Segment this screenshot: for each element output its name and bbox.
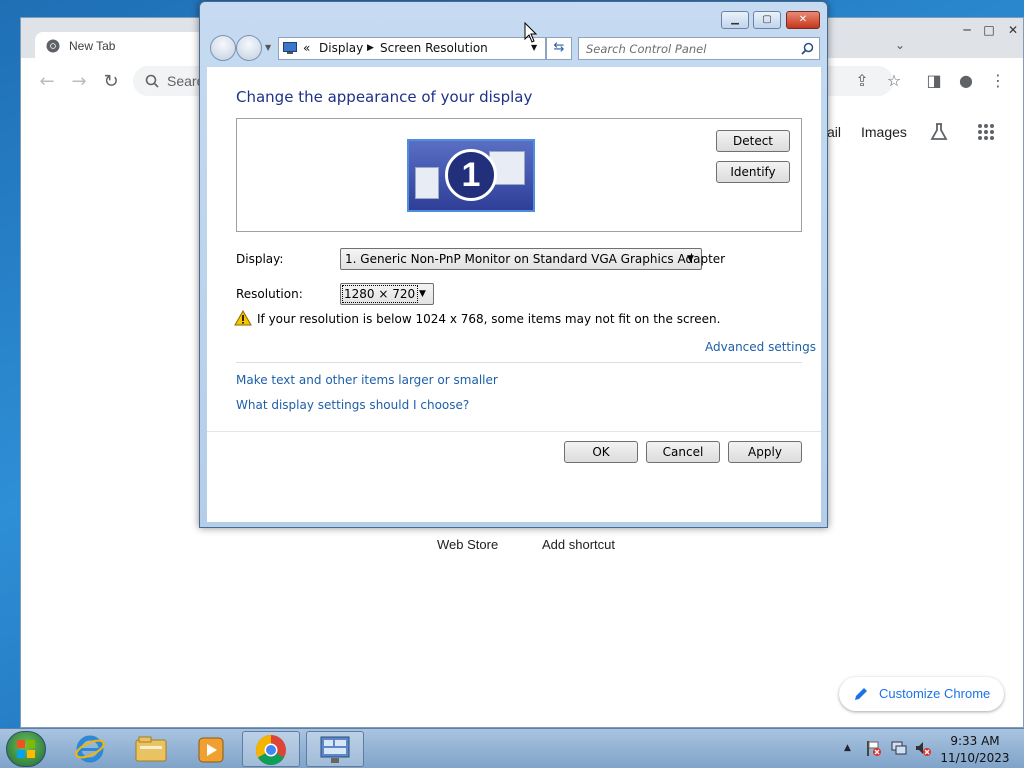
back-arrow-icon[interactable]: ←	[37, 72, 57, 92]
windows-logo-icon	[17, 740, 35, 758]
display-select[interactable]: 1. Generic Non-PnP Monitor on Standard V…	[340, 248, 725, 270]
tab-search-chevron-icon[interactable]: ⌄	[895, 38, 911, 54]
control-panel-icon	[320, 736, 350, 763]
bookmark-star-icon[interactable]: ☆	[885, 72, 903, 90]
breadcrumb-prefix[interactable]: «	[303, 41, 310, 55]
monitor-1[interactable]: 1	[407, 139, 535, 212]
images-link[interactable]: Images	[861, 124, 907, 140]
resolution-label: Resolution:	[236, 287, 303, 301]
divider	[236, 362, 802, 363]
action-center-flag-icon[interactable]	[864, 739, 882, 757]
taskbar-internet-explorer[interactable]	[62, 731, 120, 767]
resolution-select[interactable]: 1280 × 720 ▼	[340, 283, 434, 305]
identify-button[interactable]: Identify	[716, 161, 790, 183]
breadcrumb-display[interactable]: Display	[319, 41, 363, 55]
text-size-link[interactable]: Make text and other items larger or smal…	[236, 373, 498, 387]
back-button[interactable]	[210, 35, 236, 61]
warning-icon	[234, 310, 252, 326]
address-dropdown-icon[interactable]: ▼	[531, 43, 537, 52]
control-panel-icon	[283, 42, 297, 54]
resolution-select-value: 1280 × 720	[342, 285, 418, 303]
chrome-menu-icon[interactable]: ⋮	[989, 72, 1007, 90]
screen-resolution-window: ▁ ▢ ✕ ▼ « Display ▶ Screen Resolution ▼ …	[199, 1, 828, 528]
start-button[interactable]	[6, 731, 46, 767]
profile-avatar-icon[interactable]: ●	[957, 72, 975, 90]
taskbar-file-explorer[interactable]	[122, 731, 180, 767]
breadcrumb-screen-resolution[interactable]: Screen Resolution	[380, 41, 488, 55]
chrome-minimize-button[interactable]: ─	[956, 22, 978, 38]
tab-new-tab[interactable]: New Tab	[35, 32, 225, 60]
dialog-maximize-button[interactable]: ▢	[753, 11, 781, 29]
chevron-down-icon: ▼	[687, 254, 694, 264]
chrome-favicon-icon	[46, 39, 60, 53]
address-bar[interactable]: « Display ▶ Screen Resolution ▼	[278, 37, 546, 60]
chevron-down-icon: ▼	[419, 289, 426, 299]
labs-flask-icon[interactable]	[929, 122, 949, 142]
reload-icon[interactable]: ↻	[101, 72, 121, 92]
ok-button[interactable]: OK	[564, 441, 638, 463]
footer-divider	[207, 431, 821, 432]
dialog-minimize-button[interactable]: ▁	[721, 11, 749, 29]
recent-pages-chevron-icon[interactable]: ▼	[265, 43, 271, 52]
shortcut-web-store[interactable]: Web Store	[437, 537, 498, 552]
search-icon	[145, 74, 159, 88]
dialog-content: Change the appearance of your display 1 …	[207, 67, 821, 522]
display-label: Display:	[236, 252, 284, 266]
apps-grid-icon[interactable]	[977, 123, 995, 141]
taskbar-control-panel[interactable]	[306, 731, 364, 767]
media-player-icon	[198, 737, 224, 763]
dialog-close-button[interactable]: ✕	[786, 11, 820, 29]
shortcut-add[interactable]: Add shortcut	[542, 537, 615, 552]
clock-date[interactable]: 11/10/2023	[940, 751, 1010, 765]
monitor-number: 1	[445, 149, 497, 201]
page-title: Change the appearance of your display	[236, 88, 533, 106]
monitor-window-thumbnail	[415, 167, 439, 199]
internet-explorer-icon	[75, 735, 105, 763]
customize-chrome-button[interactable]: Customize Chrome	[839, 677, 1004, 711]
search-placeholder: Search Control Panel	[586, 42, 707, 56]
mouse-cursor-icon	[524, 22, 538, 43]
display-select-value: 1. Generic Non-PnP Monitor on Standard V…	[345, 252, 726, 266]
search-control-panel-input[interactable]: Search Control Panel	[578, 37, 820, 60]
navigation-buttons	[210, 35, 264, 61]
gmail-link[interactable]: ail	[827, 124, 841, 140]
apply-button[interactable]: Apply	[728, 441, 802, 463]
cancel-button[interactable]: Cancel	[646, 441, 720, 463]
chrome-close-button[interactable]: ✕	[1002, 22, 1024, 38]
breadcrumb-separator-icon[interactable]: ▶	[367, 43, 374, 53]
side-panel-icon[interactable]: ◨	[925, 72, 943, 90]
share-icon[interactable]: ⇪	[853, 72, 871, 90]
volume-muted-icon[interactable]	[914, 739, 932, 757]
refresh-button[interactable]: ⇆	[546, 37, 572, 60]
taskbar-chrome[interactable]	[242, 731, 300, 767]
clock-time[interactable]: 9:33 AM	[945, 734, 1005, 748]
display-help-link[interactable]: What display settings should I choose?	[236, 398, 469, 412]
pencil-icon	[855, 688, 867, 700]
advanced-settings-link[interactable]: Advanced settings	[705, 340, 816, 354]
forward-arrow-icon[interactable]: →	[69, 72, 89, 92]
tab-title: New Tab	[69, 39, 116, 53]
forward-button[interactable]	[236, 35, 262, 61]
search-icon[interactable]	[801, 42, 814, 55]
network-icon[interactable]	[890, 739, 908, 757]
customize-chrome-label: Customize Chrome	[879, 686, 991, 701]
resolution-warning: If your resolution is below 1024 x 768, …	[257, 312, 721, 326]
chrome-icon	[255, 735, 286, 766]
chrome-maximize-button[interactable]: □	[978, 22, 1000, 38]
taskbar-media-player[interactable]	[182, 731, 240, 767]
show-hidden-icons-icon[interactable]: ▲	[844, 743, 854, 753]
monitor-preview: 1 Detect Identify	[236, 118, 802, 232]
folder-icon	[135, 736, 167, 762]
taskbar: ▲ 9:33 AM 11/10/2023	[0, 728, 1024, 768]
detect-button[interactable]: Detect	[716, 130, 790, 152]
